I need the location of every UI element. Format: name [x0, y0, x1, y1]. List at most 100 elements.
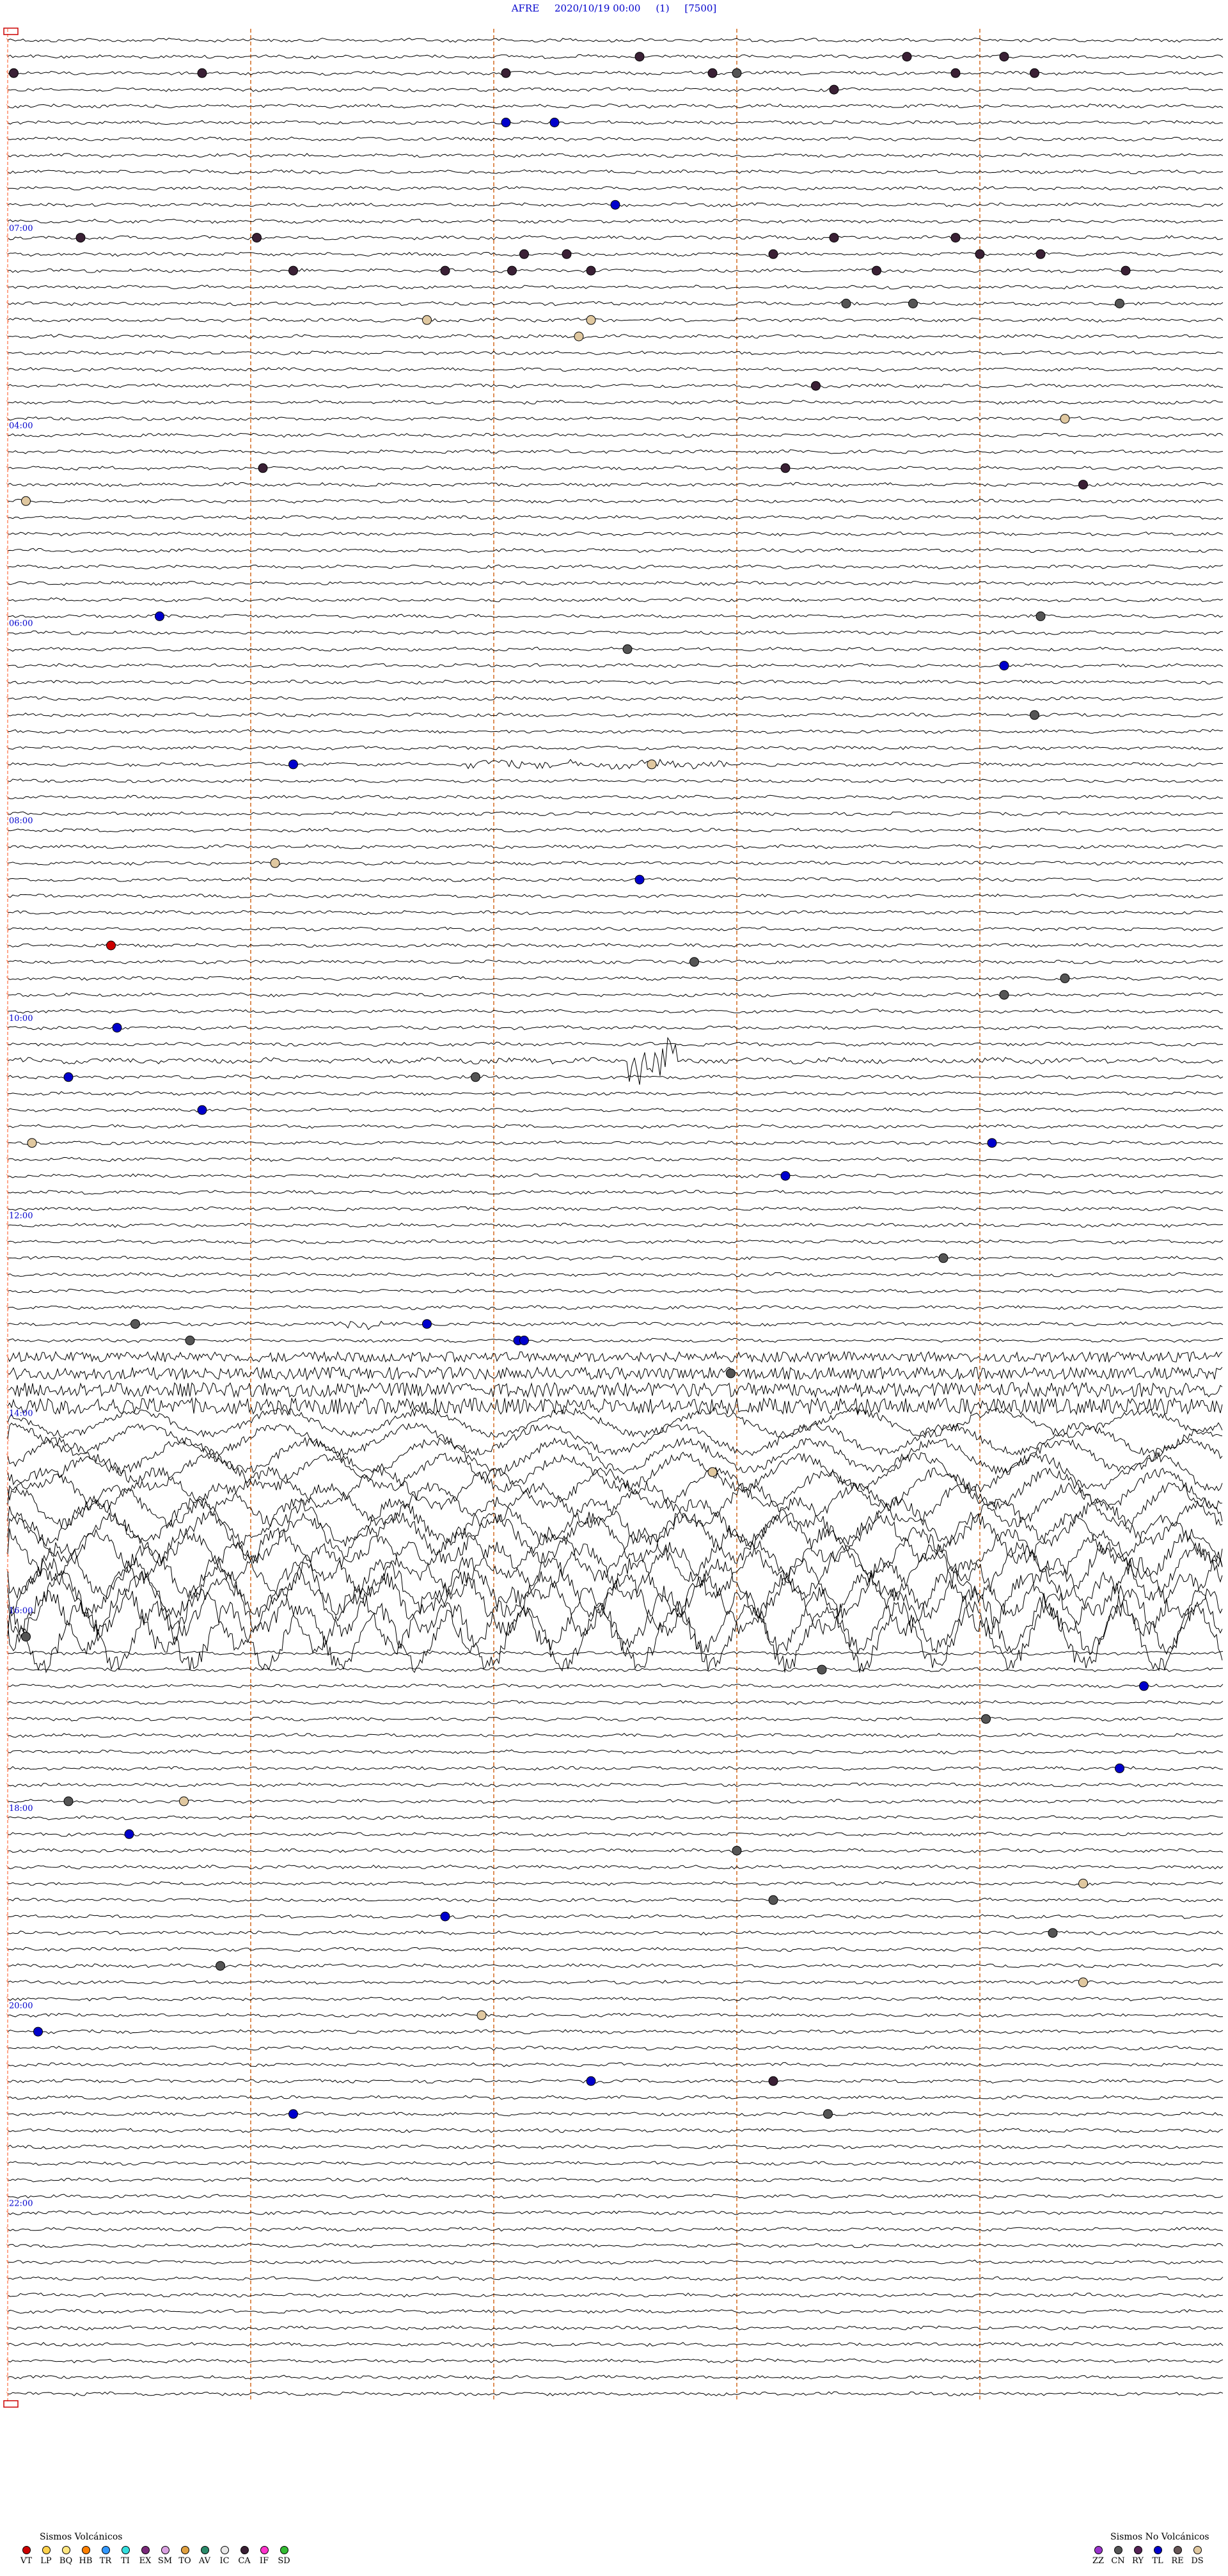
- trace-row: [7, 778, 1224, 784]
- event-marker-ca: [768, 249, 778, 259]
- trace-row: [7, 38, 1224, 43]
- legend-nonvolcanic-dot-cn: [1114, 2546, 1122, 2554]
- event-marker-ds: [476, 2010, 487, 2020]
- trace-row: [7, 1190, 1224, 1195]
- trace-row: [7, 1041, 1224, 1047]
- trace-row: [7, 218, 1224, 224]
- event-marker-tl: [197, 1105, 207, 1115]
- event-marker-cn: [1035, 611, 1046, 621]
- event-marker-ca: [780, 463, 791, 473]
- legend-volcanic-item-av: AV: [194, 2546, 216, 2566]
- trace-row: [7, 383, 1224, 389]
- event-marker-cn: [471, 1072, 480, 1082]
- event-marker-cn: [841, 299, 851, 308]
- event-marker-ds: [270, 858, 280, 868]
- trace-row: [7, 2342, 1224, 2347]
- trace-row: [7, 1366, 1223, 1381]
- trace-row: [7, 844, 1224, 849]
- trace-row: [7, 515, 1224, 520]
- trace-row: [7, 2012, 1224, 2018]
- legend-volcanic-item-sd: SD: [273, 2546, 295, 2566]
- trace-row: [7, 1716, 1224, 1722]
- trace-row: [7, 630, 1224, 635]
- legend-volcanic-dot-sm: [161, 2546, 169, 2554]
- trace-row: [7, 350, 1224, 356]
- event-marker-ca: [829, 84, 839, 95]
- legend-nonvolcanic-code: CN: [1111, 2556, 1125, 2566]
- event-marker-ca: [707, 68, 718, 78]
- legend-nonvolcanic-code: ZZ: [1092, 2556, 1105, 2566]
- event-marker-cn: [130, 1319, 140, 1329]
- trace-row: [7, 1881, 1224, 1886]
- trace-row: [7, 1526, 1223, 1583]
- trace-row: [7, 2325, 1224, 2330]
- trace-row: [7, 893, 1223, 899]
- trace-row: [8, 696, 1224, 701]
- legend-nonvolcanic-dot-tl: [1153, 2546, 1162, 2554]
- legend-volcanic-code: SD: [278, 2556, 290, 2566]
- trace-row: [7, 1510, 1223, 1566]
- trace-row: [7, 367, 1224, 372]
- hour-labels: 07:00 04:00 06:00 08:00 10:00 12:00 14:00 16:00…: [9, 224, 33, 2209]
- legend-volcanic-dot-if: [260, 2546, 269, 2554]
- trace-row: [7, 2375, 1224, 2380]
- trace-row: [7, 120, 1224, 125]
- trace-row: [7, 679, 1224, 685]
- legend-volcanic-item-ex: EX: [134, 2546, 156, 2566]
- event-marker-ds: [422, 315, 432, 325]
- event-marker-ca: [768, 2076, 778, 2086]
- legend-nonvolcanic-dot-ry: [1133, 2546, 1142, 2554]
- trace-row: [7, 1683, 1224, 1689]
- event-marker-tl: [987, 1138, 997, 1148]
- trace-row: [7, 1206, 1224, 1212]
- event-marker-tl: [1139, 1681, 1149, 1691]
- trace-row: [7, 1141, 1224, 1146]
- trace-row: [7, 1124, 1224, 1129]
- trace-row: [7, 1008, 1224, 1014]
- trace-row: [7, 2029, 1224, 2034]
- hour-label: 10:00: [9, 1014, 33, 1023]
- event-marker-ds: [574, 331, 584, 342]
- event-marker-ca: [1121, 265, 1131, 276]
- trace-row: [7, 169, 1224, 175]
- event-marker-cn: [21, 1632, 31, 1642]
- trace-row: [7, 976, 1224, 981]
- event-marker-ca: [252, 233, 262, 243]
- event-marker-cn: [817, 1664, 827, 1675]
- event-marker-ca: [258, 463, 268, 473]
- trace-row: [7, 1980, 1223, 1985]
- event-marker-ca: [1030, 68, 1039, 78]
- trace-row: [7, 317, 1224, 323]
- trace-row: [7, 729, 1224, 734]
- trace-row: [7, 1222, 1224, 1228]
- trace-row: [7, 663, 1224, 668]
- trace-row: [7, 2391, 1224, 2396]
- legend-volcanic-code: TI: [121, 2556, 130, 2566]
- legend-volcanic-dot-vt: [22, 2546, 31, 2554]
- trace-row: [7, 1074, 1224, 1080]
- event-marker-tl: [288, 2109, 298, 2119]
- trace-row: [8, 284, 1224, 290]
- trace-row: [7, 268, 1224, 273]
- event-marker-tl: [586, 2076, 596, 2086]
- event-marker-cn: [768, 1895, 778, 1905]
- trace-row: [7, 136, 1224, 142]
- legend-nonvolcanic-item-cn: CN: [1107, 2546, 1129, 2566]
- trace-row: [7, 235, 1224, 241]
- trace-row: [7, 2161, 1224, 2166]
- hour-label: 18:00: [9, 1804, 33, 1813]
- event-marker-ca: [9, 68, 19, 78]
- legend-volcanic-code: TR: [99, 2556, 112, 2566]
- trace-row: [7, 597, 1224, 603]
- legend-nonvolcanic: Sismos No Volcánicos ZZ CN RY TL RE DS: [1087, 2532, 1222, 2573]
- event-marker-ds: [1078, 1977, 1088, 1987]
- legend-nonvolcanic-item-ry: RY: [1127, 2546, 1149, 2566]
- trace-row: [7, 1650, 1224, 1656]
- legend-volcanic-item-lp: LP: [35, 2546, 57, 2566]
- event-marker-ca: [975, 249, 985, 259]
- hour-label: 08:00: [9, 816, 33, 826]
- legend-volcanic-code: LP: [40, 2556, 52, 2566]
- trace-row: [7, 1930, 1223, 1936]
- legend-volcanic-dot-ti: [121, 2546, 130, 2554]
- trace-row: [7, 1733, 1224, 1738]
